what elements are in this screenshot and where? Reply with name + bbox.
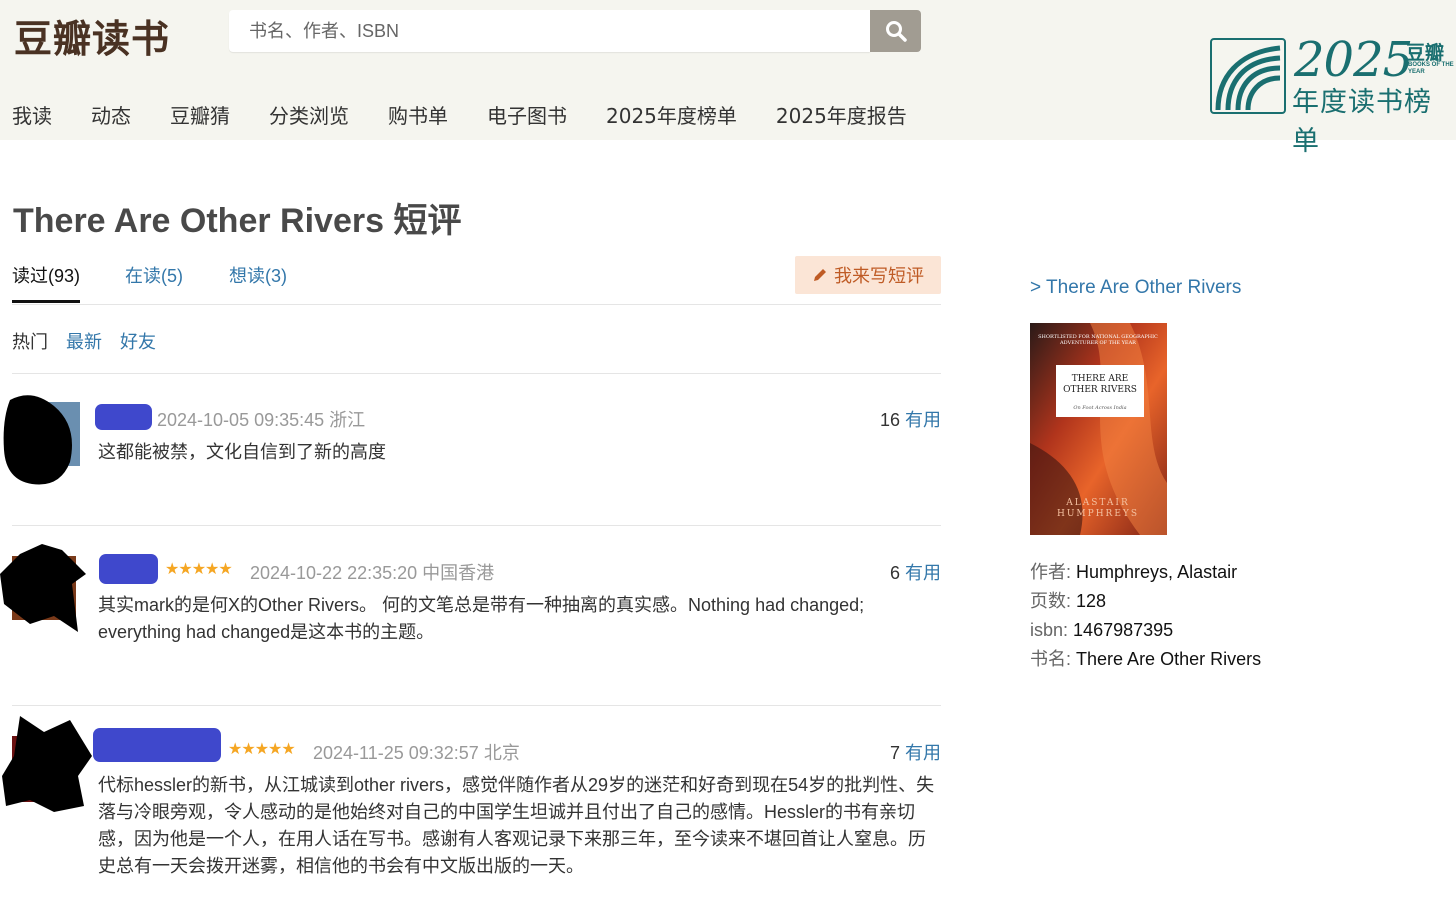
nav-item-annual-report[interactable]: 2025年度报告 [776, 100, 907, 129]
nav-item-ebooks[interactable]: 电子图书 [487, 100, 567, 129]
info-row-pages: 页数: 128 [1030, 587, 1261, 616]
tab-read[interactable]: 读过(93) [12, 262, 81, 303]
page-title: There Are Other Rivers 短评 [13, 202, 462, 240]
info-row-author: 作者: Humphreys, Alastair [1030, 558, 1261, 587]
info-value: 1467987395 [1073, 620, 1174, 640]
nav-item-categories[interactable]: 分类浏览 [269, 100, 349, 129]
comment-text: 其实mark的是何X的Other Rivers。 何的文笔总是带有一种抽离的真实… [98, 595, 865, 642]
douban-books-logo[interactable]: 豆瓣读书 [14, 8, 170, 63]
avatar[interactable] [0, 544, 90, 634]
svg-text:HUMPHREYS: HUMPHREYS [1057, 509, 1139, 519]
comment-time: 2024-10-05 09:35:45 [157, 410, 325, 430]
nav-item-my-reading[interactable]: 我读 [12, 100, 52, 129]
svg-text:ADVENTURER OF THE YEAR: ADVENTURER OF THE YEAR [1059, 340, 1136, 346]
annual-list-emblem-icon [1210, 38, 1286, 114]
vote-number: 16 [879, 410, 900, 430]
annual-list-banner[interactable]: 2025 豆瓣 BOOKS OF THE YEAR 年度读书榜单 [1210, 32, 1454, 157]
sort-latest[interactable]: 最新 [66, 328, 102, 354]
useful-button[interactable]: 有用 [905, 743, 941, 763]
sort-friends[interactable]: 好友 [120, 328, 156, 354]
info-value: There Are Other Rivers [1076, 649, 1262, 669]
book-cover[interactable]: SHORTLISTED FOR NATIONAL GEOGRAPHIC ADVE… [1030, 323, 1167, 535]
comment-text: 这都能被禁，文化自信到了新的高度 [98, 442, 386, 462]
promo-subtitle: 年度读书榜单 [1292, 87, 1432, 157]
tab-want-to-read[interactable]: 想读(3) [229, 262, 287, 288]
info-key: isbn: [1030, 620, 1069, 640]
vote-count: 6 有用 [890, 559, 941, 585]
comment-time: 2024-11-25 09:32:57 [313, 743, 479, 763]
vote-number: 7 [889, 743, 900, 763]
divider [12, 705, 941, 706]
rating-stars: ★★★★★ [165, 561, 233, 578]
comment-location: 浙江 [329, 410, 366, 430]
comment-meta: 2024-10-22 22:35:20 中国香港 [250, 559, 494, 585]
search-input[interactable] [229, 10, 870, 52]
info-row-title: 书名: There Are Other Rivers [1030, 645, 1261, 674]
comment-time: 2024-10-22 22:35:20 [250, 563, 418, 583]
info-key: 作者: [1030, 562, 1072, 582]
username-redacted[interactable] [93, 728, 221, 762]
vote-count: 16 有用 [880, 406, 941, 432]
nav-item-guess[interactable]: 豆瓣猜 [170, 100, 230, 129]
status-tabs: 读过(93) 在读(5) 想读(3) 我来写短评 [12, 256, 941, 305]
rating-stars: ★★★★★ [228, 741, 296, 758]
vote-count: 7 有用 [890, 739, 941, 765]
main-nav: 我读 动态 豆瓣猜 分类浏览 购书单 电子图书 2025年度榜单 2025年度报… [12, 100, 946, 129]
promo-tagline: BOOKS OF THE YEAR [1408, 62, 1454, 75]
comment-meta: 2024-10-05 09:35:45 浙江 [157, 406, 365, 432]
info-value: 128 [1076, 591, 1107, 611]
username-redacted[interactable] [95, 404, 152, 430]
promo-brand: 豆瓣 [1406, 42, 1445, 64]
sort-options: 热门 最新 好友 [12, 328, 174, 354]
nav-item-feed[interactable]: 动态 [91, 100, 131, 129]
book-info: 作者: Humphreys, Alastair 页数: 128 isbn: 14… [1030, 558, 1261, 674]
sort-hot[interactable]: 热门 [12, 328, 48, 354]
svg-text:THERE ARE: THERE ARE [1072, 374, 1128, 384]
info-key: 页数: [1030, 591, 1072, 611]
divider [12, 373, 941, 374]
svg-text:OTHER RIVERS: OTHER RIVERS [1063, 385, 1137, 395]
nav-item-annual-list[interactable]: 2025年度榜单 [606, 100, 737, 129]
avatar[interactable] [0, 716, 96, 816]
search-button[interactable] [870, 10, 921, 52]
username-redacted[interactable] [99, 554, 158, 584]
svg-text:On Foot Across India: On Foot Across India [1073, 405, 1126, 411]
divider [12, 525, 941, 526]
pencil-icon [814, 269, 826, 281]
write-review-label: 我来写短评 [834, 266, 924, 286]
site-header: 豆瓣读书 我读 动态 豆瓣猜 分类浏览 购书单 电子图书 2025年度榜单 20… [0, 0, 1456, 157]
comment-text: 代标hessler的新书，从江城读到other rivers，感觉伴随作者从29… [98, 775, 935, 876]
info-key: 书名: [1030, 649, 1072, 669]
info-row-isbn: isbn: 1467987395 [1030, 616, 1261, 645]
vote-number: 6 [889, 563, 900, 583]
useful-button[interactable]: 有用 [905, 410, 941, 430]
svg-text:ALASTAIR: ALASTAIR [1065, 498, 1129, 508]
info-value: Humphreys, Alastair [1076, 562, 1238, 582]
useful-button[interactable]: 有用 [905, 563, 941, 583]
comment-location: 北京 [483, 743, 520, 763]
comment-location: 中国香港 [422, 563, 495, 583]
avatar[interactable] [2, 392, 82, 488]
search-icon [885, 21, 907, 42]
write-review-button[interactable]: 我来写短评 [795, 256, 941, 294]
comment-meta: 2024-11-25 09:32:57 北京 [313, 739, 520, 765]
tab-reading[interactable]: 在读(5) [125, 262, 183, 288]
nav-item-booklists[interactable]: 购书单 [388, 100, 448, 129]
book-link[interactable]: > There Are Other Rivers [1030, 277, 1241, 299]
